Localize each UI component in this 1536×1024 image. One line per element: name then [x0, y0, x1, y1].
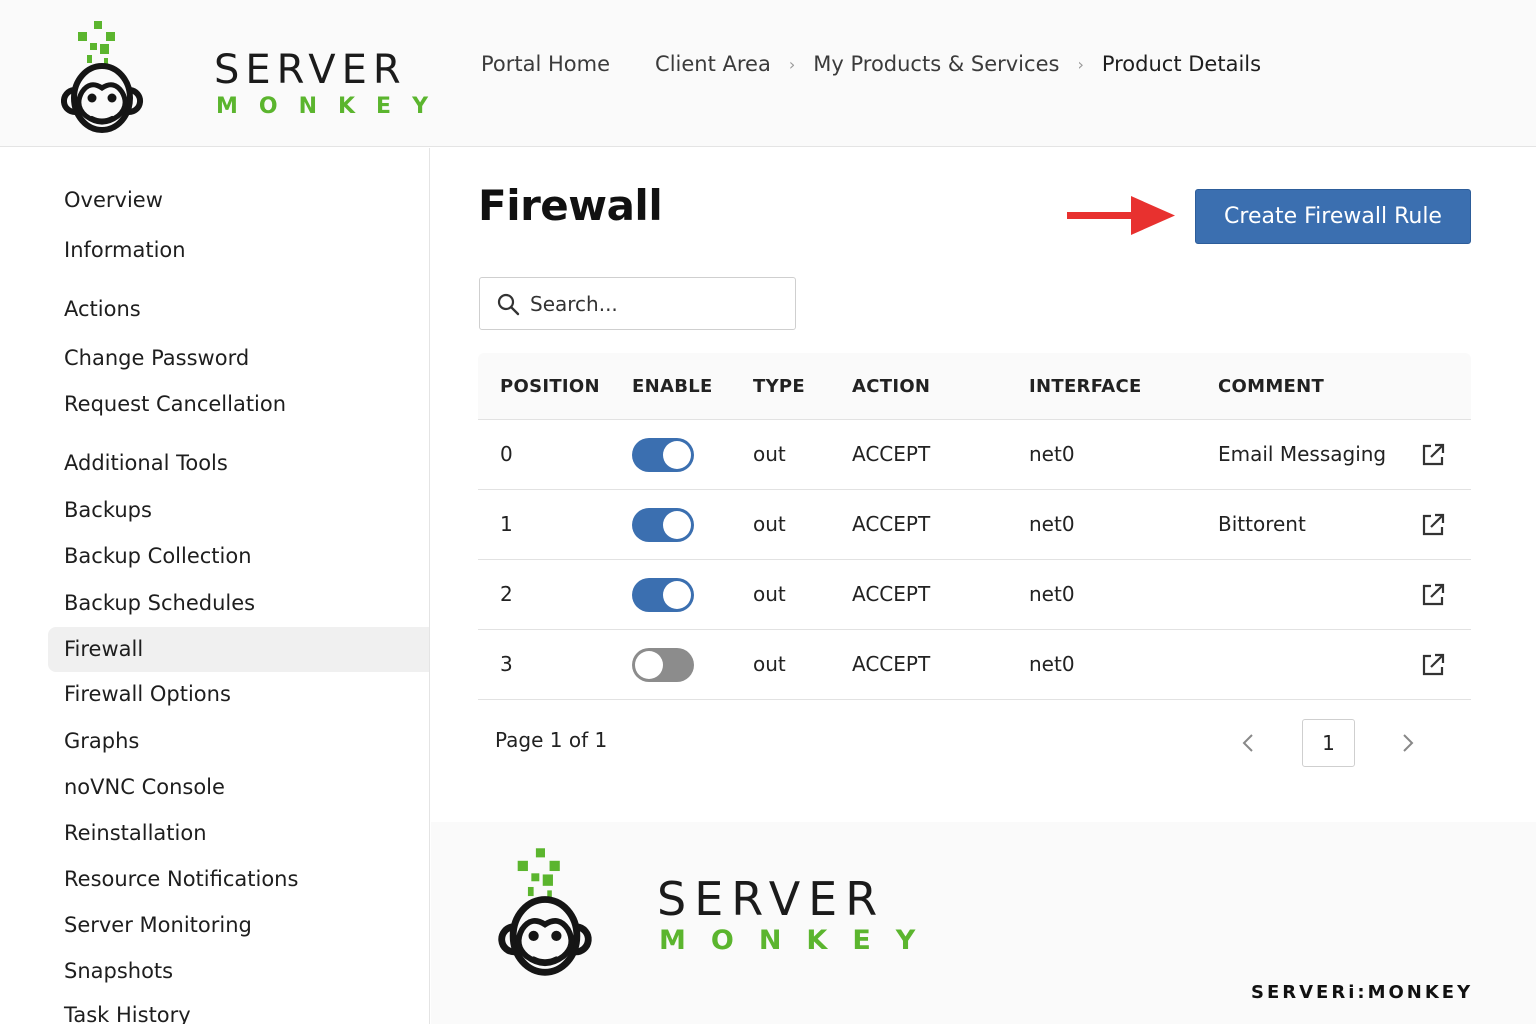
cell-action: ACCEPT [852, 512, 931, 536]
brand-word-monkey: MONKEY [216, 94, 450, 119]
top-header: SERVER MONKEY Portal Home Client Area › … [0, 0, 1536, 147]
sidebar-item-snapshots[interactable]: Snapshots [48, 949, 429, 994]
cell-type: out [753, 582, 786, 606]
sidebar-item-resource-notifications[interactable]: Resource Notifications [48, 857, 429, 902]
sidebar-item-additional-tools[interactable]: Additional Tools [48, 441, 429, 486]
sidebar-item-novnc-console[interactable]: noVNC Console [48, 765, 429, 810]
footer: SERVER MONKEY SERVERi:MONKEY [431, 822, 1536, 1024]
column-header-type[interactable]: TYPE [753, 353, 805, 420]
page-number-button[interactable]: 1 [1302, 719, 1355, 767]
sidebar-item-firewall[interactable]: Firewall [48, 627, 429, 672]
external-link-icon[interactable] [1420, 652, 1446, 678]
table-header: POSITION ENABLE TYPE ACTION INTERFACE CO… [478, 353, 1471, 420]
external-link-icon[interactable] [1420, 582, 1446, 608]
cell-type: out [753, 512, 786, 536]
search-icon [497, 293, 520, 315]
table-row: 3 out ACCEPT net0 [478, 630, 1471, 700]
cell-position: 2 [500, 582, 513, 606]
cell-interface: net0 [1029, 512, 1075, 536]
column-header-position[interactable]: POSITION [500, 353, 600, 420]
pagination-summary: Page 1 of 1 [495, 728, 608, 752]
sidebar-item-change-password[interactable]: Change Password [48, 336, 429, 381]
sidebar-item-server-monitoring[interactable]: Server Monitoring [48, 903, 429, 948]
sidebar-item-reinstallation[interactable]: Reinstallation [48, 811, 429, 856]
search-box [479, 277, 796, 330]
cell-type: out [753, 442, 786, 466]
cell-interface: net0 [1029, 652, 1075, 676]
create-firewall-rule-button[interactable]: Create Firewall Rule [1195, 189, 1471, 244]
footer-brand-mark: SERVERi:MONKEY [1251, 982, 1474, 1003]
sidebar-item-task-history[interactable]: Task History [48, 993, 429, 1024]
toggle-knob [635, 651, 663, 679]
column-header-enable[interactable]: ENABLE [632, 353, 713, 420]
cell-interface: net0 [1029, 582, 1075, 606]
enable-toggle[interactable] [632, 648, 694, 682]
cell-action: ACCEPT [852, 582, 931, 606]
search-input[interactable] [530, 291, 770, 316]
column-header-comment[interactable]: COMMENT [1218, 353, 1324, 420]
toggle-knob [663, 581, 691, 609]
sidebar-item-graphs[interactable]: Graphs [48, 719, 429, 764]
page-title: Firewall [478, 181, 663, 230]
breadcrumb: Portal Home Client Area › My Products & … [481, 52, 1261, 76]
footer-brand-wordmark: SERVER MONKEY [657, 874, 940, 958]
enable-toggle[interactable] [632, 438, 694, 472]
breadcrumb-products-services[interactable]: My Products & Services [813, 52, 1059, 76]
cell-position: 0 [500, 442, 513, 466]
breadcrumb-client-area[interactable]: Client Area [655, 52, 771, 76]
column-header-action[interactable]: ACTION [852, 353, 930, 420]
monkey-logo-icon [60, 21, 144, 133]
cell-comment: Bittorent [1218, 512, 1306, 536]
sidebar-item-backup-collection[interactable]: Backup Collection [48, 534, 429, 579]
footer-brand-logo: SERVER MONKEY [479, 842, 940, 982]
table-row: 0 out ACCEPT net0 Email Messaging [478, 420, 1471, 490]
table-row: 2 out ACCEPT net0 [478, 560, 1471, 630]
table-row: 1 out ACCEPT net0 Bittorent [478, 490, 1471, 560]
cell-comment: Email Messaging [1218, 442, 1387, 466]
cell-action: ACCEPT [852, 652, 931, 676]
sidebar-item-information[interactable]: Information [48, 228, 429, 273]
breadcrumb-portal-home[interactable]: Portal Home [481, 52, 610, 76]
chevron-right-icon: › [1077, 54, 1084, 74]
cell-action: ACCEPT [852, 442, 931, 466]
toggle-knob [663, 511, 691, 539]
chevron-right-icon[interactable] [1395, 731, 1419, 755]
sidebar-item-backup-schedules[interactable]: Backup Schedules [48, 581, 429, 626]
firewall-rules-table: POSITION ENABLE TYPE ACTION INTERFACE CO… [478, 353, 1471, 700]
sidebar-item-overview[interactable]: Overview [48, 178, 429, 223]
column-header-interface[interactable]: INTERFACE [1029, 353, 1142, 420]
brand-word-server: SERVER [657, 872, 886, 926]
enable-toggle[interactable] [632, 508, 694, 542]
cell-type: out [753, 652, 786, 676]
breadcrumb-product-details: Product Details [1101, 52, 1262, 76]
chevron-right-icon: › [788, 54, 796, 74]
toggle-knob [663, 441, 691, 469]
sidebar-item-firewall-options[interactable]: Firewall Options [48, 672, 429, 717]
cell-position: 1 [500, 512, 513, 536]
brand-logo[interactable]: SERVER MONKEY [44, 18, 449, 136]
brand-word-monkey: MONKEY [659, 925, 941, 956]
chevron-left-icon[interactable] [1237, 731, 1261, 755]
external-link-icon[interactable] [1420, 512, 1446, 538]
brand-wordmark: SERVER MONKEY [214, 48, 449, 122]
sidebar: Overview Information Actions Change Pass… [0, 148, 430, 1024]
cell-position: 3 [500, 652, 513, 676]
sidebar-item-request-cancellation[interactable]: Request Cancellation [48, 382, 429, 427]
cell-interface: net0 [1029, 442, 1075, 466]
arrow-right-icon [1067, 196, 1175, 235]
monkey-logo-icon [498, 848, 592, 976]
enable-toggle[interactable] [632, 578, 694, 612]
sidebar-item-actions[interactable]: Actions [48, 287, 429, 332]
external-link-icon[interactable] [1420, 442, 1446, 468]
sidebar-item-backups[interactable]: Backups [48, 488, 429, 533]
brand-word-server: SERVER [214, 47, 407, 93]
